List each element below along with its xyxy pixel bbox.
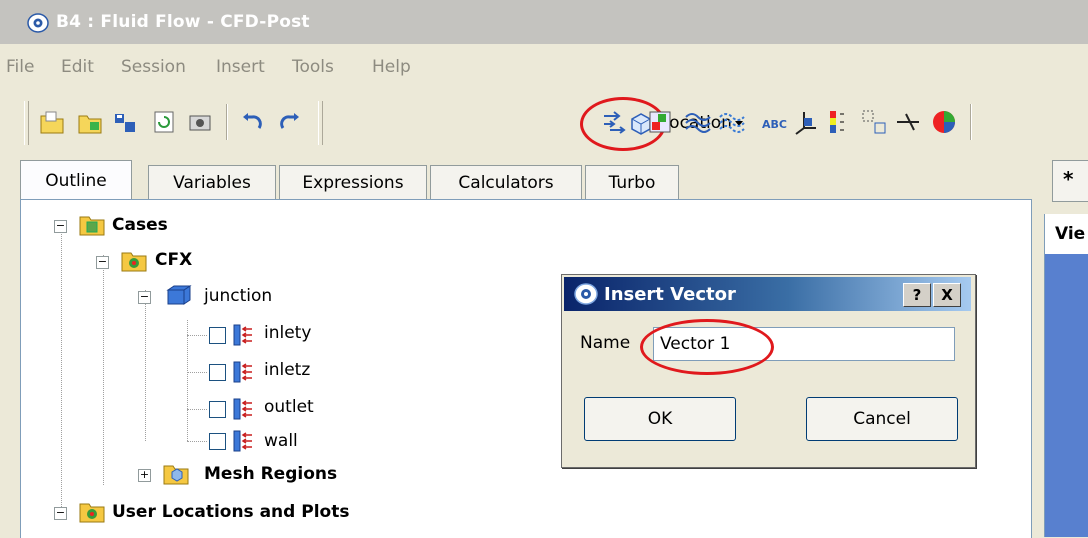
- menu-tools[interactable]: Tools: [292, 57, 334, 77]
- user-locations-icon: [79, 503, 105, 523]
- boundary-checkbox[interactable]: [209, 364, 226, 381]
- tree-item-wall[interactable]: wall: [264, 426, 298, 456]
- clip-plane-icon[interactable]: [894, 108, 922, 136]
- toolbar-grip[interactable]: [318, 101, 323, 145]
- boundary-icon: [233, 361, 252, 383]
- expander-mesh-regions[interactable]: +: [138, 469, 151, 482]
- viewer-tab-label: *: [1063, 167, 1074, 191]
- save-icon[interactable]: [111, 108, 139, 136]
- tab-outline[interactable]: Outline: [20, 160, 132, 201]
- insert-vector-dialog: Insert Vector ? X Name OK Cancel: [561, 274, 976, 468]
- tree-item-outlet[interactable]: outlet: [264, 392, 314, 422]
- tree-line: [187, 320, 188, 441]
- cases-folder-icon: [79, 216, 105, 236]
- toolbar-separator: [226, 104, 228, 140]
- mesh-regions-icon: [163, 465, 189, 485]
- screenshot-icon[interactable]: [186, 108, 214, 136]
- boundary-icon: [233, 398, 252, 420]
- boundary-checkbox[interactable]: [209, 327, 226, 344]
- instance-transform-icon[interactable]: [860, 108, 888, 136]
- expander-cfx[interactable]: −: [96, 256, 109, 269]
- boundary-checkbox[interactable]: [209, 401, 226, 418]
- close-button[interactable]: X: [933, 283, 961, 307]
- svg-text:ABC: ABC: [762, 118, 787, 131]
- boundary-icon: [233, 324, 252, 346]
- tree-item-mesh-regions[interactable]: Mesh Regions: [204, 459, 337, 489]
- contour-icon[interactable]: [646, 108, 674, 136]
- domain-icon: [166, 285, 192, 305]
- ok-button[interactable]: OK: [584, 397, 736, 441]
- tree-item-cases[interactable]: Cases: [112, 210, 168, 240]
- undo-icon[interactable]: [239, 108, 267, 136]
- boundary-icon: [233, 430, 252, 452]
- name-input[interactable]: [653, 327, 955, 361]
- tab-variables[interactable]: Variables: [148, 165, 276, 200]
- tree-item-inlety[interactable]: inlety: [264, 318, 311, 348]
- menu-insert[interactable]: Insert: [216, 57, 265, 77]
- color-map-icon[interactable]: [930, 108, 958, 136]
- menu-help[interactable]: Help: [372, 57, 411, 77]
- load-icon[interactable]: [76, 108, 104, 136]
- expander-cases[interactable]: −: [54, 220, 67, 233]
- viewer-panel: * Vie: [1044, 160, 1088, 537]
- tab-turbo[interactable]: Turbo: [585, 165, 679, 200]
- cfx-case-icon: [121, 252, 147, 272]
- dialog-title-bar[interactable]: Insert Vector ? X: [564, 277, 971, 311]
- tree-item-cfx[interactable]: CFX: [155, 245, 192, 275]
- expander-junction[interactable]: −: [138, 291, 151, 304]
- tab-expressions[interactable]: Expressions: [279, 165, 427, 200]
- tree-line: [187, 335, 207, 336]
- viewer-header-label: Vie: [1055, 224, 1086, 244]
- viewer-header: Vie: [1044, 214, 1088, 254]
- tab-calculators[interactable]: Calculators: [430, 165, 582, 200]
- toolbar-separator: [970, 104, 972, 140]
- refresh-icon[interactable]: [150, 108, 178, 136]
- boundary-checkbox[interactable]: [209, 433, 226, 450]
- redo-icon[interactable]: [275, 108, 303, 136]
- tree-item-user-locations[interactable]: User Locations and Plots: [112, 497, 349, 527]
- window-title: B4 : Fluid Flow - CFD-Post: [56, 12, 310, 32]
- menu-edit[interactable]: Edit: [61, 57, 94, 77]
- menu-file[interactable]: File: [6, 57, 34, 77]
- dialog-title: Insert Vector: [604, 284, 736, 305]
- text-icon[interactable]: ABC: [760, 108, 788, 136]
- tree-line: [61, 225, 62, 515]
- help-button[interactable]: ?: [903, 283, 931, 307]
- legend-icon[interactable]: [826, 108, 854, 136]
- toolbar-grip[interactable]: [24, 101, 29, 145]
- name-label: Name: [580, 333, 631, 353]
- coordinate-frame-icon[interactable]: [792, 108, 820, 136]
- title-bar: B4 : Fluid Flow - CFD-Post: [0, 0, 1088, 44]
- open-icon[interactable]: [38, 108, 66, 136]
- menu-bar: File Edit Session Insert Tools Help: [0, 44, 1088, 88]
- tree-line: [103, 255, 104, 485]
- app-eye-icon: [27, 13, 49, 33]
- vector-icon[interactable]: [600, 108, 628, 136]
- cancel-button[interactable]: Cancel: [806, 397, 958, 441]
- particle-track-icon[interactable]: [718, 108, 746, 136]
- streamline-icon[interactable]: [684, 108, 712, 136]
- tree-line: [145, 290, 146, 441]
- 3d-viewport[interactable]: [1044, 254, 1088, 537]
- tree-item-junction[interactable]: junction: [204, 281, 272, 311]
- expander-user-locations[interactable]: −: [54, 507, 67, 520]
- viewer-tab[interactable]: *: [1052, 160, 1088, 202]
- tree-item-inletz[interactable]: inletz: [264, 355, 310, 385]
- tree-line: [187, 409, 207, 410]
- menu-session[interactable]: Session: [121, 57, 186, 77]
- tree-line: [187, 372, 207, 373]
- dialog-eye-icon: [574, 283, 598, 305]
- tree-line: [187, 441, 207, 442]
